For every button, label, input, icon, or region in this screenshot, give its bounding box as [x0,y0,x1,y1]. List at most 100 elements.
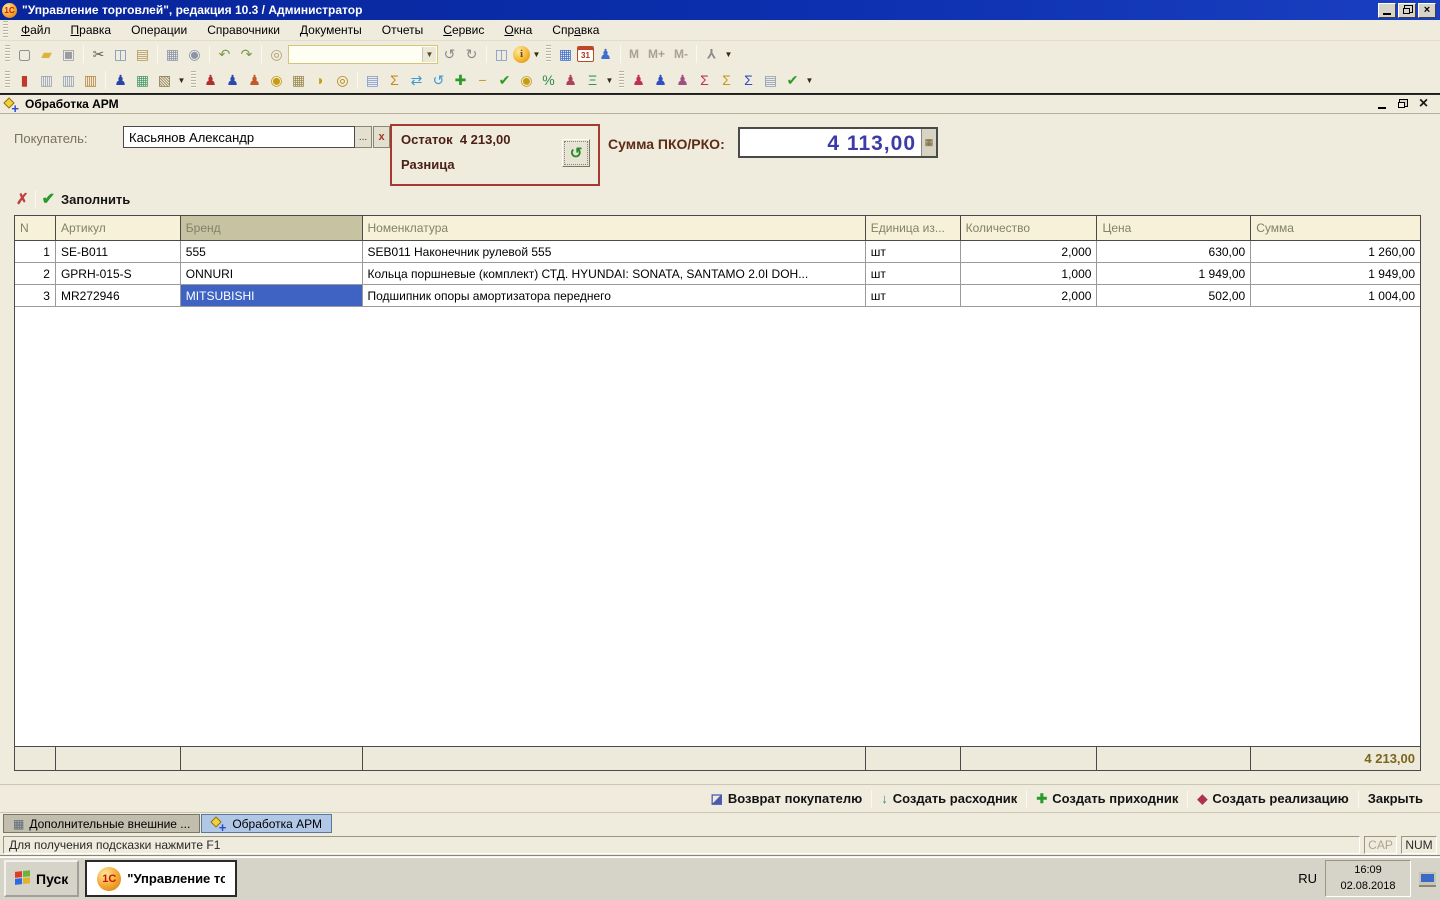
table-cell[interactable]: ONNURI [181,263,363,285]
table-cell[interactable]: 630,00 [1097,241,1251,263]
dropdown-arrow-icon[interactable]: ▼ [176,70,187,90]
memory-recall-button[interactable]: M [625,47,643,61]
table-cell[interactable]: 2,000 [961,241,1098,263]
table-cell[interactable]: шт [866,241,961,263]
menu-item-отчеты[interactable]: Отчеты [372,21,433,39]
undo-icon[interactable]: ↶ [214,44,235,64]
tab-1[interactable]: ▦Дополнительные внешние ... [3,814,200,833]
table-cell[interactable]: 1 949,00 [1251,263,1420,285]
toolbar-drag-handle[interactable] [546,45,551,63]
action-button-3[interactable]: ✚Создать приходник [1027,791,1187,806]
action-button-5[interactable]: Закрыть [1359,791,1432,806]
report-person-blue-icon[interactable]: ♟ [650,70,671,90]
menu-item-справочники[interactable]: Справочники [197,21,290,39]
doc-refresh-icon[interactable]: ↺ [428,70,449,90]
search-combobox[interactable]: ▼ [288,45,438,64]
doc-check-icon[interactable]: ✔ [494,70,515,90]
taskbar-task-button[interactable]: 1С "Управление торг..." [85,860,237,897]
coin-hand-icon[interactable]: ◗ [310,70,331,90]
table-cell[interactable]: 2,000 [961,285,1098,307]
toolbar-drag-handle[interactable] [5,71,10,89]
table-cell[interactable]: Подшипник опоры амортизатора переднего [363,285,866,307]
service-wrench-icon[interactable]: Y [701,44,722,64]
table-cell[interactable]: шт [866,285,961,307]
sum-report-icon[interactable]: Σ [384,70,405,90]
find-next-icon[interactable]: ↺ [439,44,460,64]
report-person-red-icon[interactable]: ♟ [628,70,649,90]
buyer-select-button[interactable]: ... [355,126,372,148]
redo-icon[interactable]: ↷ [236,44,257,64]
coins-icon[interactable]: ◉ [266,70,287,90]
table-cell[interactable]: 3 [15,285,56,307]
table-empty-area[interactable] [15,307,1420,746]
mdi-close-button[interactable]: × [1417,98,1430,110]
memory-add-button[interactable]: M+ [644,47,669,61]
customer-orange-icon[interactable]: ♟ [244,70,265,90]
tree-icon[interactable]: Ξ [582,70,603,90]
paste-icon[interactable]: ▤ [132,44,153,64]
report-sum-blue-icon[interactable]: Σ [738,70,759,90]
calculator-icon[interactable]: ▦ [555,44,576,64]
print-tag-icon[interactable]: ▥ [58,70,79,90]
print-preview-icon[interactable]: ◉ [184,44,205,64]
windows-list-icon[interactable]: ◫ [491,44,512,64]
table-cell[interactable]: 1,000 [961,263,1098,285]
pko-rko-sum-value[interactable]: 4 113,00 [740,129,921,156]
action-button-2[interactable]: ↓Создать расходник [872,791,1026,806]
action-button-1[interactable]: ◪Возврат покупателю [702,791,872,806]
table-cell[interactable]: 2 [15,263,56,285]
mdi-minimize-button[interactable] [1375,98,1388,110]
doc-ok-icon[interactable]: ✔ [782,70,803,90]
doc-add-icon[interactable]: ✚ [450,70,471,90]
customer-red-icon[interactable]: ♟ [200,70,221,90]
table-row[interactable]: 3MR272946MITSUBISHIПодшипник опоры аморт… [15,285,1420,307]
coins-check-icon[interactable]: ◉ [516,70,537,90]
table-row[interactable]: 2GPRH-015-SONNURIКольца поршневые (компл… [15,263,1420,285]
column-header-Артикул[interactable]: Артикул [56,216,181,241]
calendar-icon[interactable]: 31 [577,46,594,62]
column-header-Сумма[interactable]: Сумма [1251,216,1420,241]
find-previous-icon[interactable]: ↻ [461,44,482,64]
copy-icon[interactable]: ◫ [110,44,131,64]
table-cell[interactable]: 1 [15,241,56,263]
table-cell[interactable]: 1 949,00 [1097,263,1251,285]
find-icon[interactable]: ◎ [266,44,287,64]
calculator-button[interactable]: ▦ [921,129,936,156]
table-row[interactable]: 1SE-B011555SEB011 Наконечник рулевой 555… [15,241,1420,263]
coins-stack-icon[interactable]: ◎ [332,70,353,90]
menu-item-справка[interactable]: Справка [542,21,609,39]
print-receipt-icon[interactable]: ▥ [80,70,101,90]
toolbar-drag-handle[interactable] [619,71,624,89]
report-sum-red-icon[interactable]: Σ [694,70,715,90]
column-header-Номенклатура[interactable]: Номенклатура [363,216,866,241]
report-person-violet-icon[interactable]: ♟ [672,70,693,90]
dropdown-arrow-icon[interactable]: ▼ [723,44,734,64]
network-monitor-icon[interactable] [1419,872,1436,885]
dropdown-arrow-icon[interactable]: ▼ [604,70,615,90]
table-cell[interactable]: 1 004,00 [1251,285,1420,307]
cut-icon[interactable]: ✂ [88,44,109,64]
table-cell[interactable]: SE-B011 [56,241,181,263]
buyer-clear-button[interactable]: x [373,126,390,148]
doc-exchange-icon[interactable]: ⇄ [406,70,427,90]
doc-percent-icon[interactable]: % [538,70,559,90]
table-cell[interactable]: MITSUBISHI [181,285,363,307]
column-header-Единица из...[interactable]: Единица из... [866,216,961,241]
dropdown-arrow-icon[interactable]: ▼ [531,44,542,64]
close-button[interactable]: × [1418,3,1436,18]
menu-item-сервис[interactable]: Сервис [433,21,494,39]
table-cell[interactable]: 1 260,00 [1251,241,1420,263]
print-invoice-icon[interactable]: ▥ [36,70,57,90]
table-cell[interactable]: GPRH-015-S [56,263,181,285]
doc-search-icon[interactable]: ▤ [362,70,383,90]
print-icon[interactable]: ▦ [162,44,183,64]
save-icon[interactable]: ▣ [58,44,79,64]
user-password-icon[interactable]: ♟ [595,44,616,64]
memory-subtract-button[interactable]: M- [670,47,692,61]
start-button[interactable]: Пуск [4,860,79,897]
report-doc-icon[interactable]: ▤ [760,70,781,90]
column-header-Цена[interactable]: Цена [1097,216,1251,241]
table-cell[interactable]: SEB011 Наконечник рулевой 555 [363,241,866,263]
counterparties-icon[interactable]: ♟ [110,70,131,90]
dropdown-arrow-icon[interactable]: ▼ [804,70,815,90]
